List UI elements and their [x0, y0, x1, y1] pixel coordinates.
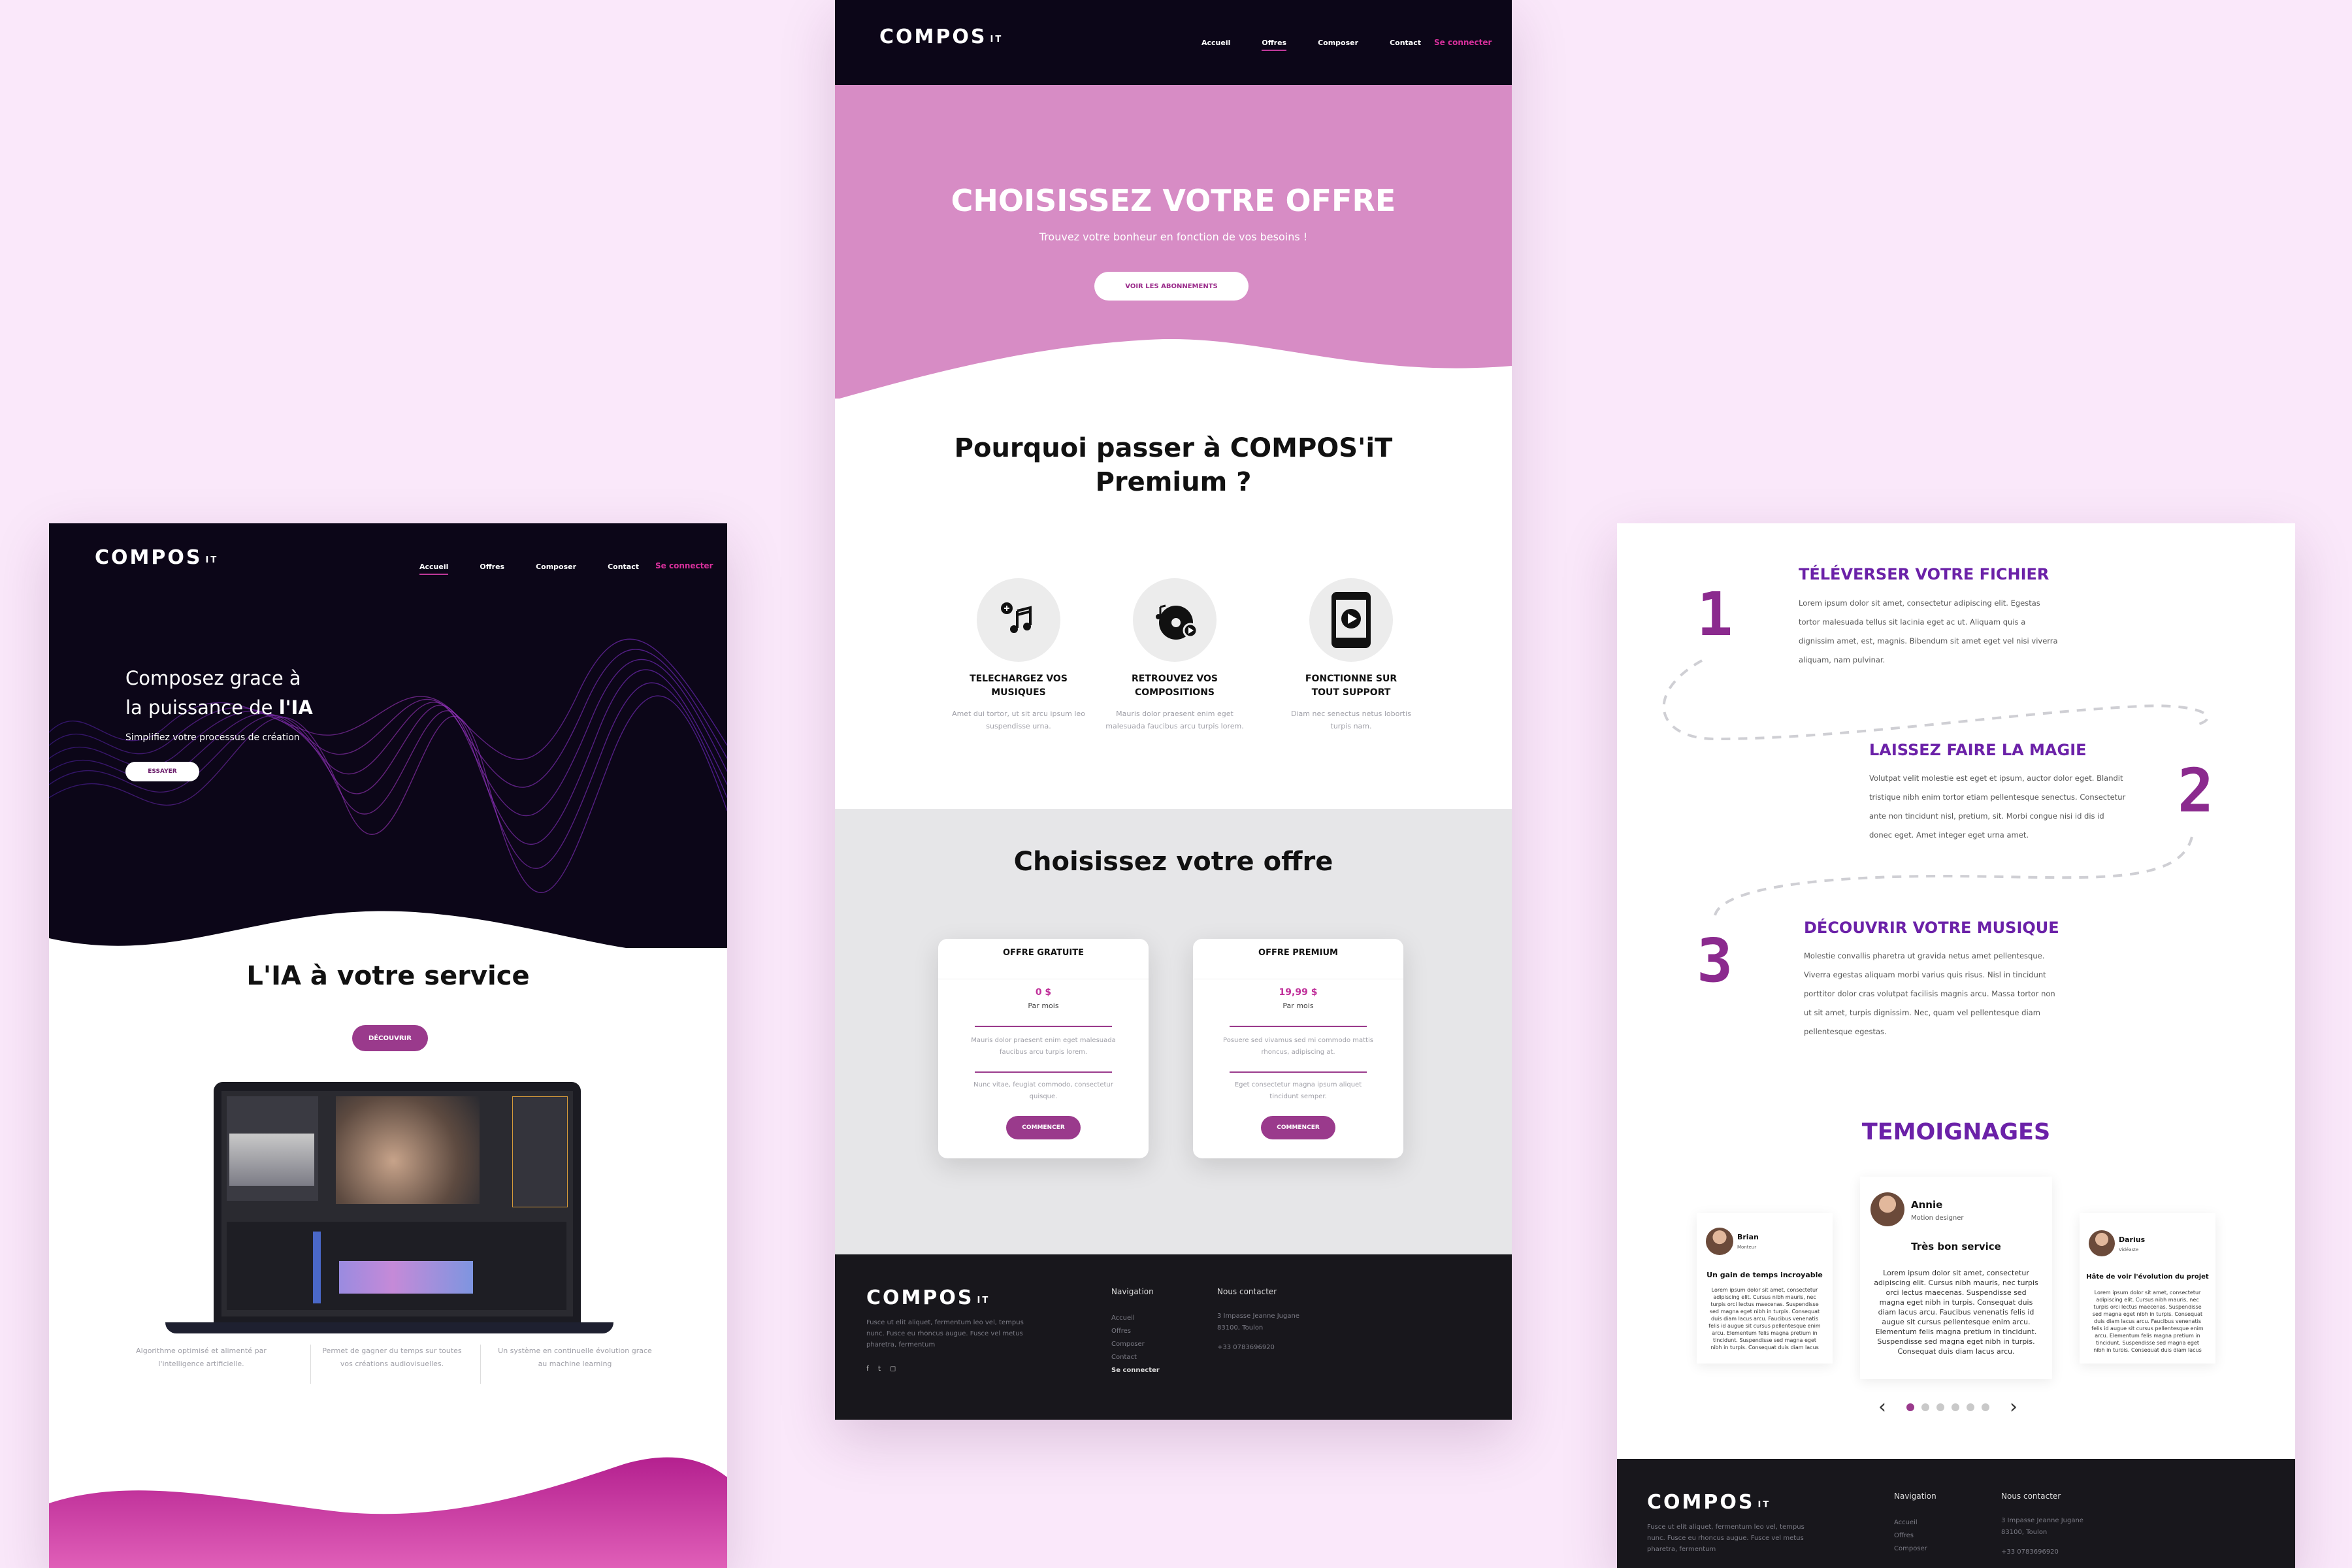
footer-contact: 3 Impasse Jeanne Jugane 83100, Toulon +3… [1217, 1313, 1299, 1351]
footer-logo[interactable]: COMPOS IT [1647, 1493, 1771, 1512]
carousel-dot[interactable] [1967, 1403, 1974, 1411]
nav-item-accueil[interactable]: Accueil [419, 563, 449, 575]
footer-logo[interactable]: COMPOS IT [866, 1288, 990, 1308]
nav-item-contact[interactable]: Contact [608, 563, 639, 571]
footer-nav-title: Navigation [1111, 1287, 1154, 1296]
home-page-mockup: COMPOS IT Accueil Offres Composer Contact… [49, 523, 727, 1568]
start-free-button[interactable]: COMMENCER [1006, 1116, 1081, 1139]
step-number-1: 1 [1697, 580, 1733, 649]
footer-link-login[interactable]: Se connecter [1111, 1364, 1160, 1377]
hero-wave-divider [49, 911, 727, 968]
pricing-section: Choisissez votre offre OFFRE GRATUITE 0 … [835, 809, 1512, 1254]
feature-support: FONCTIONNE SUR TOUT SUPPORT Diam nec sen… [1282, 578, 1420, 732]
carousel-dot[interactable] [1952, 1403, 1959, 1411]
login-link[interactable]: Se connecter [1434, 38, 1492, 47]
plan-card-premium: OFFRE PREMIUM 19,99 $ Par mois Posuere s… [1193, 939, 1403, 1158]
testimonial-darius: Darius Vidéaste Hâte de voir l'évolution… [2080, 1213, 2215, 1364]
nav-item-contact[interactable]: Contact [1390, 39, 1421, 47]
divider [310, 1345, 311, 1384]
footer-nav-title: Navigation [1894, 1492, 1936, 1501]
nav-item-composer[interactable]: Composer [1318, 39, 1358, 47]
laptop-image [165, 1082, 613, 1333]
view-subscriptions-button[interactable]: VOIR LES ABONNEMENTS [1094, 272, 1249, 301]
testimonial-brian: Brian Monteur Un gain de temps incroyabl… [1697, 1213, 1833, 1364]
footer-nav: Accueil Offres Composer Contact Se conne… [1111, 1312, 1160, 1377]
avatar [1706, 1228, 1733, 1255]
step-text-3: Molestie convallis pharetra ut gravida n… [1804, 951, 2055, 1036]
offers-footer: COMPOS IT Fusce ut elit aliquet, fermentu… [835, 1254, 1512, 1420]
pricing-title: Choisissez votre offre [1013, 847, 1333, 877]
avatar [1870, 1192, 1904, 1226]
divider [480, 1345, 481, 1384]
home-feature-1: Algorithme optimisé et alimenté par l'in… [136, 1347, 267, 1368]
footer-contact-title: Nous contacter [1217, 1287, 1277, 1296]
offers-hero-subtitle: Trouvez votre bonheur en fonction de vos… [1039, 231, 1308, 243]
chevron-left-icon[interactable]: ‹ [1878, 1396, 1886, 1418]
why-premium-title: Pourquoi passer à COMPOS'iT Premium ? [954, 433, 1393, 497]
testimonial-annie: Annie Motion designer Très bon service L… [1860, 1177, 2052, 1379]
offers-hero-title: CHOISISSEZ VOTRE OFFRE [951, 183, 1396, 218]
step-text-2: Volutpat velit molestie est eget et ipsu… [1869, 774, 2126, 840]
home-logo[interactable]: COMPOS IT [95, 548, 218, 568]
footer-wave [49, 1457, 727, 1568]
device-play-icon [1331, 592, 1371, 648]
step-number-2: 2 [2178, 756, 2214, 826]
discover-button[interactable]: DÉCOUVRIR [352, 1025, 428, 1051]
try-button[interactable]: ESSAYER [125, 762, 199, 781]
hero-subtitle: Simplifiez votre processus de création [125, 732, 300, 743]
nav-item-offres[interactable]: Offres [1262, 39, 1286, 51]
offers-hero-wave [835, 339, 1512, 405]
steps-page-mockup: 1 TÉLÉVERSER VOTRE FICHIER Lorem ipsum d… [1617, 523, 2295, 1568]
music-collection-icon [1156, 604, 1198, 640]
carousel-controls: ‹ › [1878, 1396, 2017, 1418]
carousel-dot[interactable] [1921, 1403, 1929, 1411]
step-title-2: LAISSEZ FAIRE LA MAGIE [1869, 741, 2087, 759]
social-links: f t ◻ [866, 1364, 896, 1373]
feature-compositions: RETROUVEZ VOS COMPOSITIONS Mauris dolor … [1103, 578, 1247, 732]
footer-about: Fusce ut elit aliquet, fermentum leo vel… [1647, 1524, 1805, 1553]
footer-link-accueil[interactable]: Accueil [1894, 1516, 1927, 1529]
twitter-icon[interactable]: t [878, 1364, 881, 1373]
feature-download: TELECHARGEZ VOS MUSIQUES Amet dui tortor… [950, 578, 1087, 732]
footer-link-accueil[interactable]: Accueil [1111, 1312, 1160, 1325]
footer-link-offres[interactable]: Offres [1894, 1529, 1927, 1543]
carousel-dot[interactable] [1906, 1403, 1914, 1411]
footer-link-offres[interactable]: Offres [1111, 1325, 1160, 1338]
step-number-3: 3 [1697, 926, 1733, 996]
login-link[interactable]: Se connecter [655, 561, 713, 570]
ai-section-title: L'IA à votre service [246, 961, 530, 991]
offers-logo[interactable]: COMPOS IT [879, 27, 1003, 47]
hero-headline: Composez grace à la puissance de l'IA [125, 667, 313, 719]
home-feature-3: Un système en continuelle évolution grac… [498, 1347, 652, 1368]
footer-about: Fusce ut elit aliquet, fermentum leo vel… [866, 1319, 1024, 1348]
home-nav: Accueil Offres Composer Contact [419, 563, 639, 575]
step-title-1: TÉLÉVERSER VOTRE FICHIER [1799, 565, 2050, 583]
footer-link-contact[interactable]: Contact [1111, 1351, 1160, 1364]
start-premium-button[interactable]: COMMENCER [1261, 1116, 1335, 1139]
footer-contact: 3 Impasse Jeanne Jugane 83100, Toulon +3… [2001, 1517, 2083, 1556]
avatar [2089, 1230, 2115, 1256]
offers-page-mockup: COMPOS IT Accueil Offres Composer Contact… [835, 0, 1512, 1420]
nav-item-accueil[interactable]: Accueil [1201, 39, 1230, 47]
nav-item-offres[interactable]: Offres [480, 563, 504, 571]
offers-nav: Accueil Offres Composer Contact [1201, 39, 1421, 51]
step-title-3: DÉCOUVRIR VOTRE MUSIQUE [1804, 919, 2059, 937]
nav-item-composer[interactable]: Composer [536, 563, 576, 571]
steps-footer: COMPOS IT Fusce ut elit aliquet, fermentu… [1617, 1459, 2295, 1568]
home-feature-2: Permet de gagner du temps sur toutes vos… [322, 1347, 462, 1368]
carousel-dot[interactable] [1936, 1403, 1944, 1411]
footer-link-composer[interactable]: Composer [1894, 1543, 1927, 1556]
offers-header: COMPOS IT Accueil Offres Composer Contact… [835, 0, 1512, 85]
facebook-icon[interactable]: f [866, 1364, 869, 1373]
footer-contact-title: Nous contacter [2001, 1492, 2061, 1501]
chevron-right-icon[interactable]: › [2010, 1396, 2017, 1418]
testimonials-title: TEMOIGNAGES [1861, 1119, 2051, 1145]
instagram-icon[interactable]: ◻ [890, 1364, 896, 1373]
music-note-icon [1001, 602, 1032, 633]
carousel-dot[interactable] [1982, 1403, 1989, 1411]
footer-nav: Accueil Offres Composer [1894, 1516, 1927, 1556]
plan-card-free: OFFRE GRATUITE 0 $ Par mois Mauris dolor… [938, 939, 1149, 1158]
footer-link-composer[interactable]: Composer [1111, 1338, 1160, 1351]
step-text-1: Lorem ipsum dolor sit amet, consectetur … [1799, 598, 2058, 664]
